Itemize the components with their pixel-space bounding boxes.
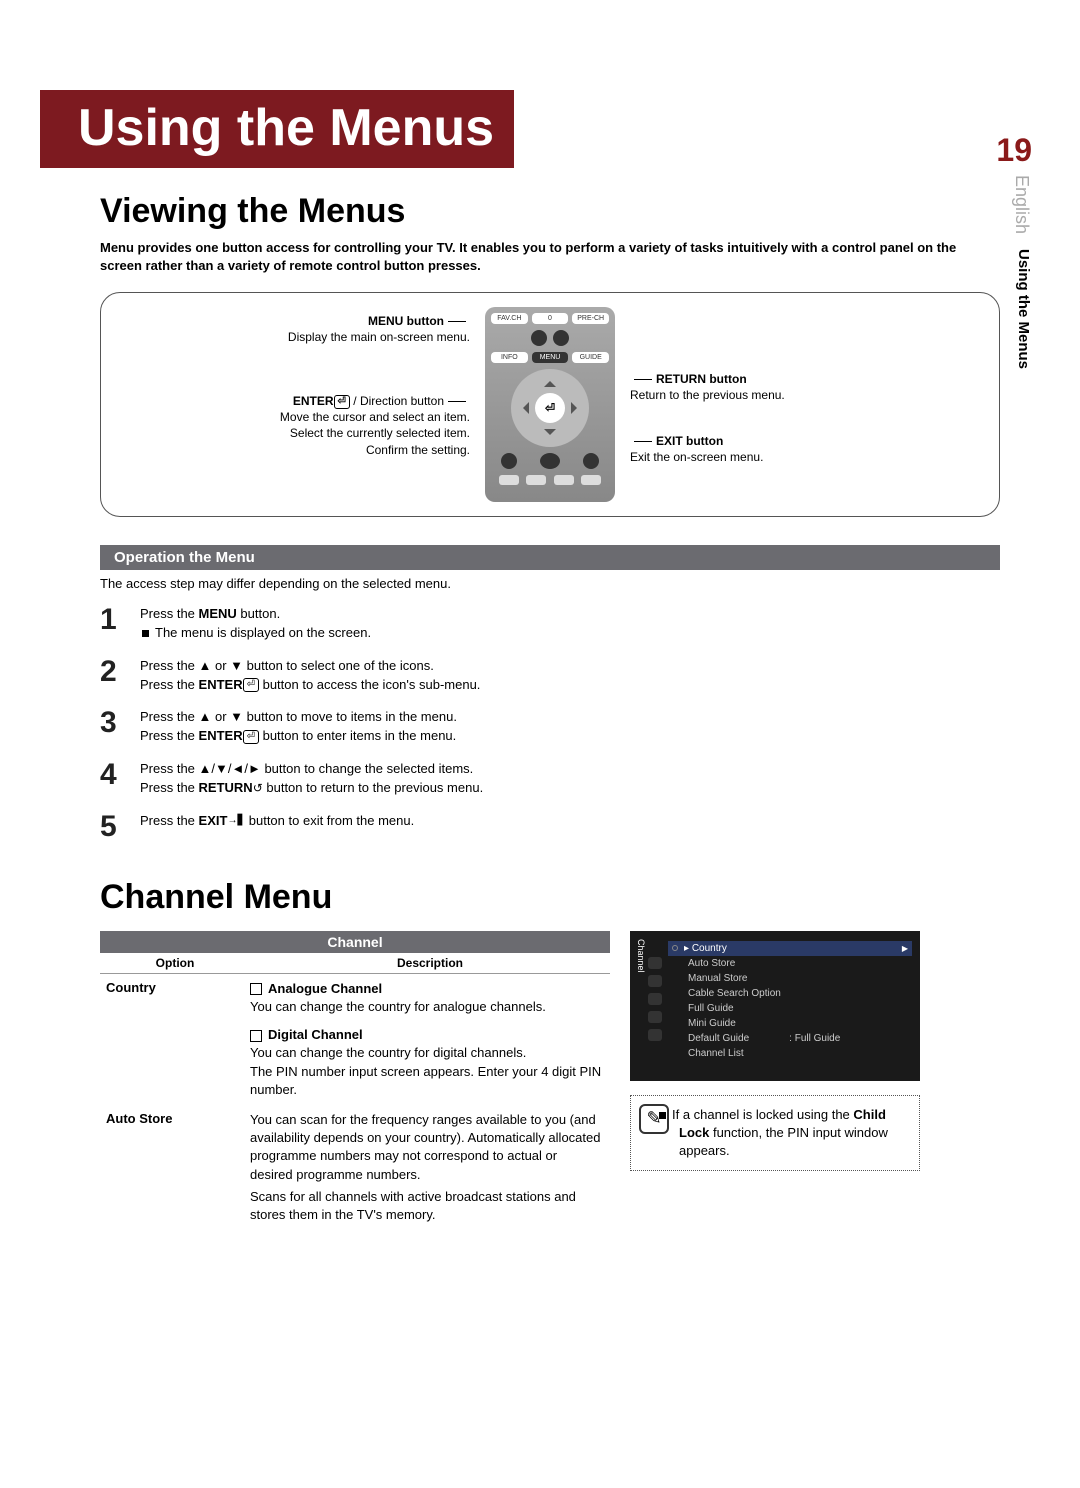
step-2: 2 Press the ▲ or ▼ button to select one … bbox=[100, 657, 1000, 695]
step-4: 4 Press the ▲/▼/◄/► button to change the… bbox=[100, 760, 1000, 798]
checkbox-icon bbox=[250, 983, 262, 995]
exit-icon: →▋ bbox=[227, 814, 245, 829]
enter-center-icon: ⏎ bbox=[535, 393, 565, 423]
osd-item-selected: ▸ Country bbox=[668, 941, 912, 956]
enter-icon: ⏎ bbox=[243, 678, 259, 692]
heading-viewing: Viewing the Menus bbox=[100, 192, 1000, 231]
remote-graphic: FAV.CH0PRE-CH INFOMENUGUIDE ⏎ bbox=[485, 307, 615, 502]
intro-text: Menu provides one button access for cont… bbox=[100, 239, 980, 274]
return-button-label: RETURN button Return to the previous men… bbox=[630, 371, 785, 403]
osd-item: Cable Search Option bbox=[684, 986, 912, 1001]
return-icon: ↺ bbox=[253, 780, 263, 797]
note-icon: ✎ bbox=[639, 1104, 669, 1134]
osd-item: Channel List bbox=[684, 1046, 912, 1061]
col-option: Option bbox=[100, 953, 250, 973]
direction-pad: ⏎ bbox=[511, 369, 589, 447]
section-bar-operation: Operation the Menu bbox=[100, 545, 1000, 570]
osd-item: Full Guide bbox=[684, 1001, 912, 1016]
language-label: English bbox=[1011, 175, 1032, 234]
chapter-title: Using the Menus bbox=[40, 90, 514, 168]
side-section-label: Using the Menus bbox=[1015, 249, 1032, 369]
col-description: Description bbox=[250, 953, 610, 973]
osd-item: Manual Store bbox=[684, 971, 912, 986]
osd-screenshot: Channel ▸ Country Auto Store Manual Stor… bbox=[630, 931, 920, 1081]
step-5: 5 Press the EXIT→▋ button to exit from t… bbox=[100, 812, 1000, 842]
table-title: Channel bbox=[100, 931, 610, 953]
step-3: 3 Press the ▲ or ▼ button to move to ite… bbox=[100, 708, 1000, 746]
remote-diagram: MENU button Display the main on-screen m… bbox=[100, 292, 1000, 517]
osd-item: Mini Guide bbox=[684, 1016, 912, 1031]
note-box: ✎ If a channel is locked using the Child… bbox=[630, 1095, 920, 1172]
side-tab: 19 English Using the Menus bbox=[996, 132, 1032, 374]
table-row: Country Analogue Channel You can change … bbox=[100, 974, 610, 1105]
access-note: The access step may differ depending on … bbox=[100, 576, 1000, 591]
table-row: Auto Store You can scan for the frequenc… bbox=[100, 1105, 610, 1230]
osd-item: Default Guide: Full Guide bbox=[684, 1031, 912, 1046]
menu-button-label: MENU button Display the main on-screen m… bbox=[288, 313, 470, 345]
step-1: 1 Press the MENU button. The menu is dis… bbox=[100, 605, 1000, 643]
checkbox-icon bbox=[250, 1030, 262, 1042]
osd-item: Auto Store bbox=[684, 956, 912, 971]
osd-side-icons bbox=[648, 957, 662, 1041]
enter-button-label: ENTER⏎ / Direction button Move the curso… bbox=[280, 393, 470, 458]
enter-icon: ⏎ bbox=[334, 395, 350, 409]
channel-table: Channel Option Description Country Analo… bbox=[100, 931, 610, 1230]
heading-channel: Channel Menu bbox=[100, 878, 1000, 917]
exit-button-label: EXIT button Exit the on-screen menu. bbox=[630, 433, 763, 465]
enter-icon: ⏎ bbox=[243, 730, 259, 744]
page-number: 19 bbox=[996, 132, 1032, 169]
